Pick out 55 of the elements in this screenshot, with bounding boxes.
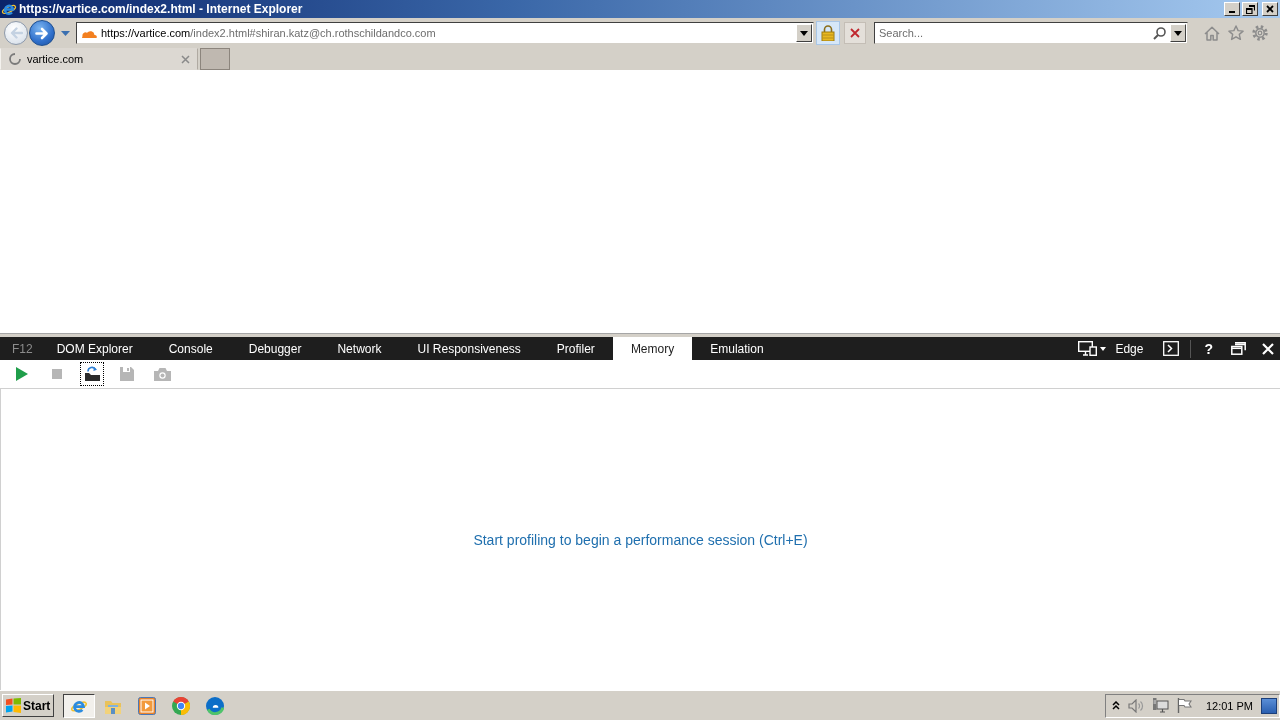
dropdown-button[interactable]: [1170, 24, 1186, 42]
console-icon[interactable]: [1163, 341, 1180, 356]
browser-tab[interactable]: vartice.com: [0, 48, 198, 70]
devtools-tab[interactable]: Emulation: [692, 337, 782, 360]
show-desktop-button[interactable]: [1261, 697, 1277, 714]
orb-logo-icon: [206, 696, 224, 715]
settings-icon[interactable]: [1252, 25, 1268, 41]
devtools-tab[interactable]: Profiler: [538, 337, 613, 360]
minimize-icon: [1229, 11, 1235, 13]
round-logo-icon: [172, 696, 190, 715]
dropdown-button[interactable]: [796, 24, 812, 42]
computer-icon[interactable]: [1151, 698, 1169, 713]
help-button[interactable]: ?: [1199, 340, 1218, 357]
taskbar-button[interactable]: [63, 693, 95, 718]
caret-down-icon[interactable]: [61, 30, 70, 36]
search-field[interactable]: Search...: [874, 22, 1188, 44]
f12-label: F12: [11, 340, 34, 358]
arrow-right-icon: [35, 26, 49, 40]
close-button[interactable]: [1262, 2, 1278, 16]
close-icon: [1266, 5, 1274, 13]
x-icon: [850, 28, 860, 38]
chevron-up-icon[interactable]: [1111, 701, 1120, 710]
devtools-tab[interactable]: Debugger: [230, 337, 320, 360]
windows-logo-icon: [5, 698, 22, 713]
stop-loading-button[interactable]: [844, 22, 866, 44]
speaker-icon[interactable]: [1127, 698, 1144, 713]
lock-icon: [821, 25, 835, 41]
monitor-phone-icon: [1078, 341, 1098, 356]
devtools-tab[interactable]: Network: [319, 337, 400, 360]
arrow-left-icon: [9, 27, 23, 39]
document-mode-dropdown[interactable]: Edge: [1078, 341, 1144, 356]
window-title: https://vartice.com/index2.html - Internet Explorer: [19, 2, 303, 16]
restore-button[interactable]: [1242, 2, 1258, 16]
status-message: Start profiling to begin a performance session (Ctrl+E): [473, 531, 808, 548]
caret-down-icon: [800, 30, 808, 36]
devtools-tab[interactable]: UI Responsiveness: [399, 337, 539, 360]
minimize-button[interactable]: [1224, 2, 1240, 16]
address-field[interactable]: https://vartice.com/index2.html#shiran.katz@ch.rothschildandco.com: [76, 22, 814, 44]
new-tab-button[interactable]: [200, 48, 230, 70]
start-button[interactable]: Start: [2, 694, 54, 717]
devtools-tab[interactable]: Console: [150, 337, 231, 360]
forward-button[interactable]: [29, 20, 55, 46]
caret-down-icon: [1174, 30, 1182, 36]
flag-icon[interactable]: [1176, 698, 1192, 713]
restore-icon: [1245, 4, 1255, 14]
clock[interactable]: 12:01 PM: [1205, 699, 1253, 712]
play-tile-icon: [138, 696, 156, 715]
cloud-icon: [81, 28, 97, 38]
star-icon[interactable]: [1228, 25, 1244, 41]
devtools-tab[interactable]: Memory: [612, 337, 693, 360]
caret-down-icon: [1100, 346, 1107, 351]
search-icon[interactable]: [1153, 26, 1166, 40]
home-icon[interactable]: [1204, 25, 1220, 41]
restore-icon[interactable]: [1231, 342, 1246, 355]
devtools-tab[interactable]: DOM Explorer: [38, 337, 151, 360]
